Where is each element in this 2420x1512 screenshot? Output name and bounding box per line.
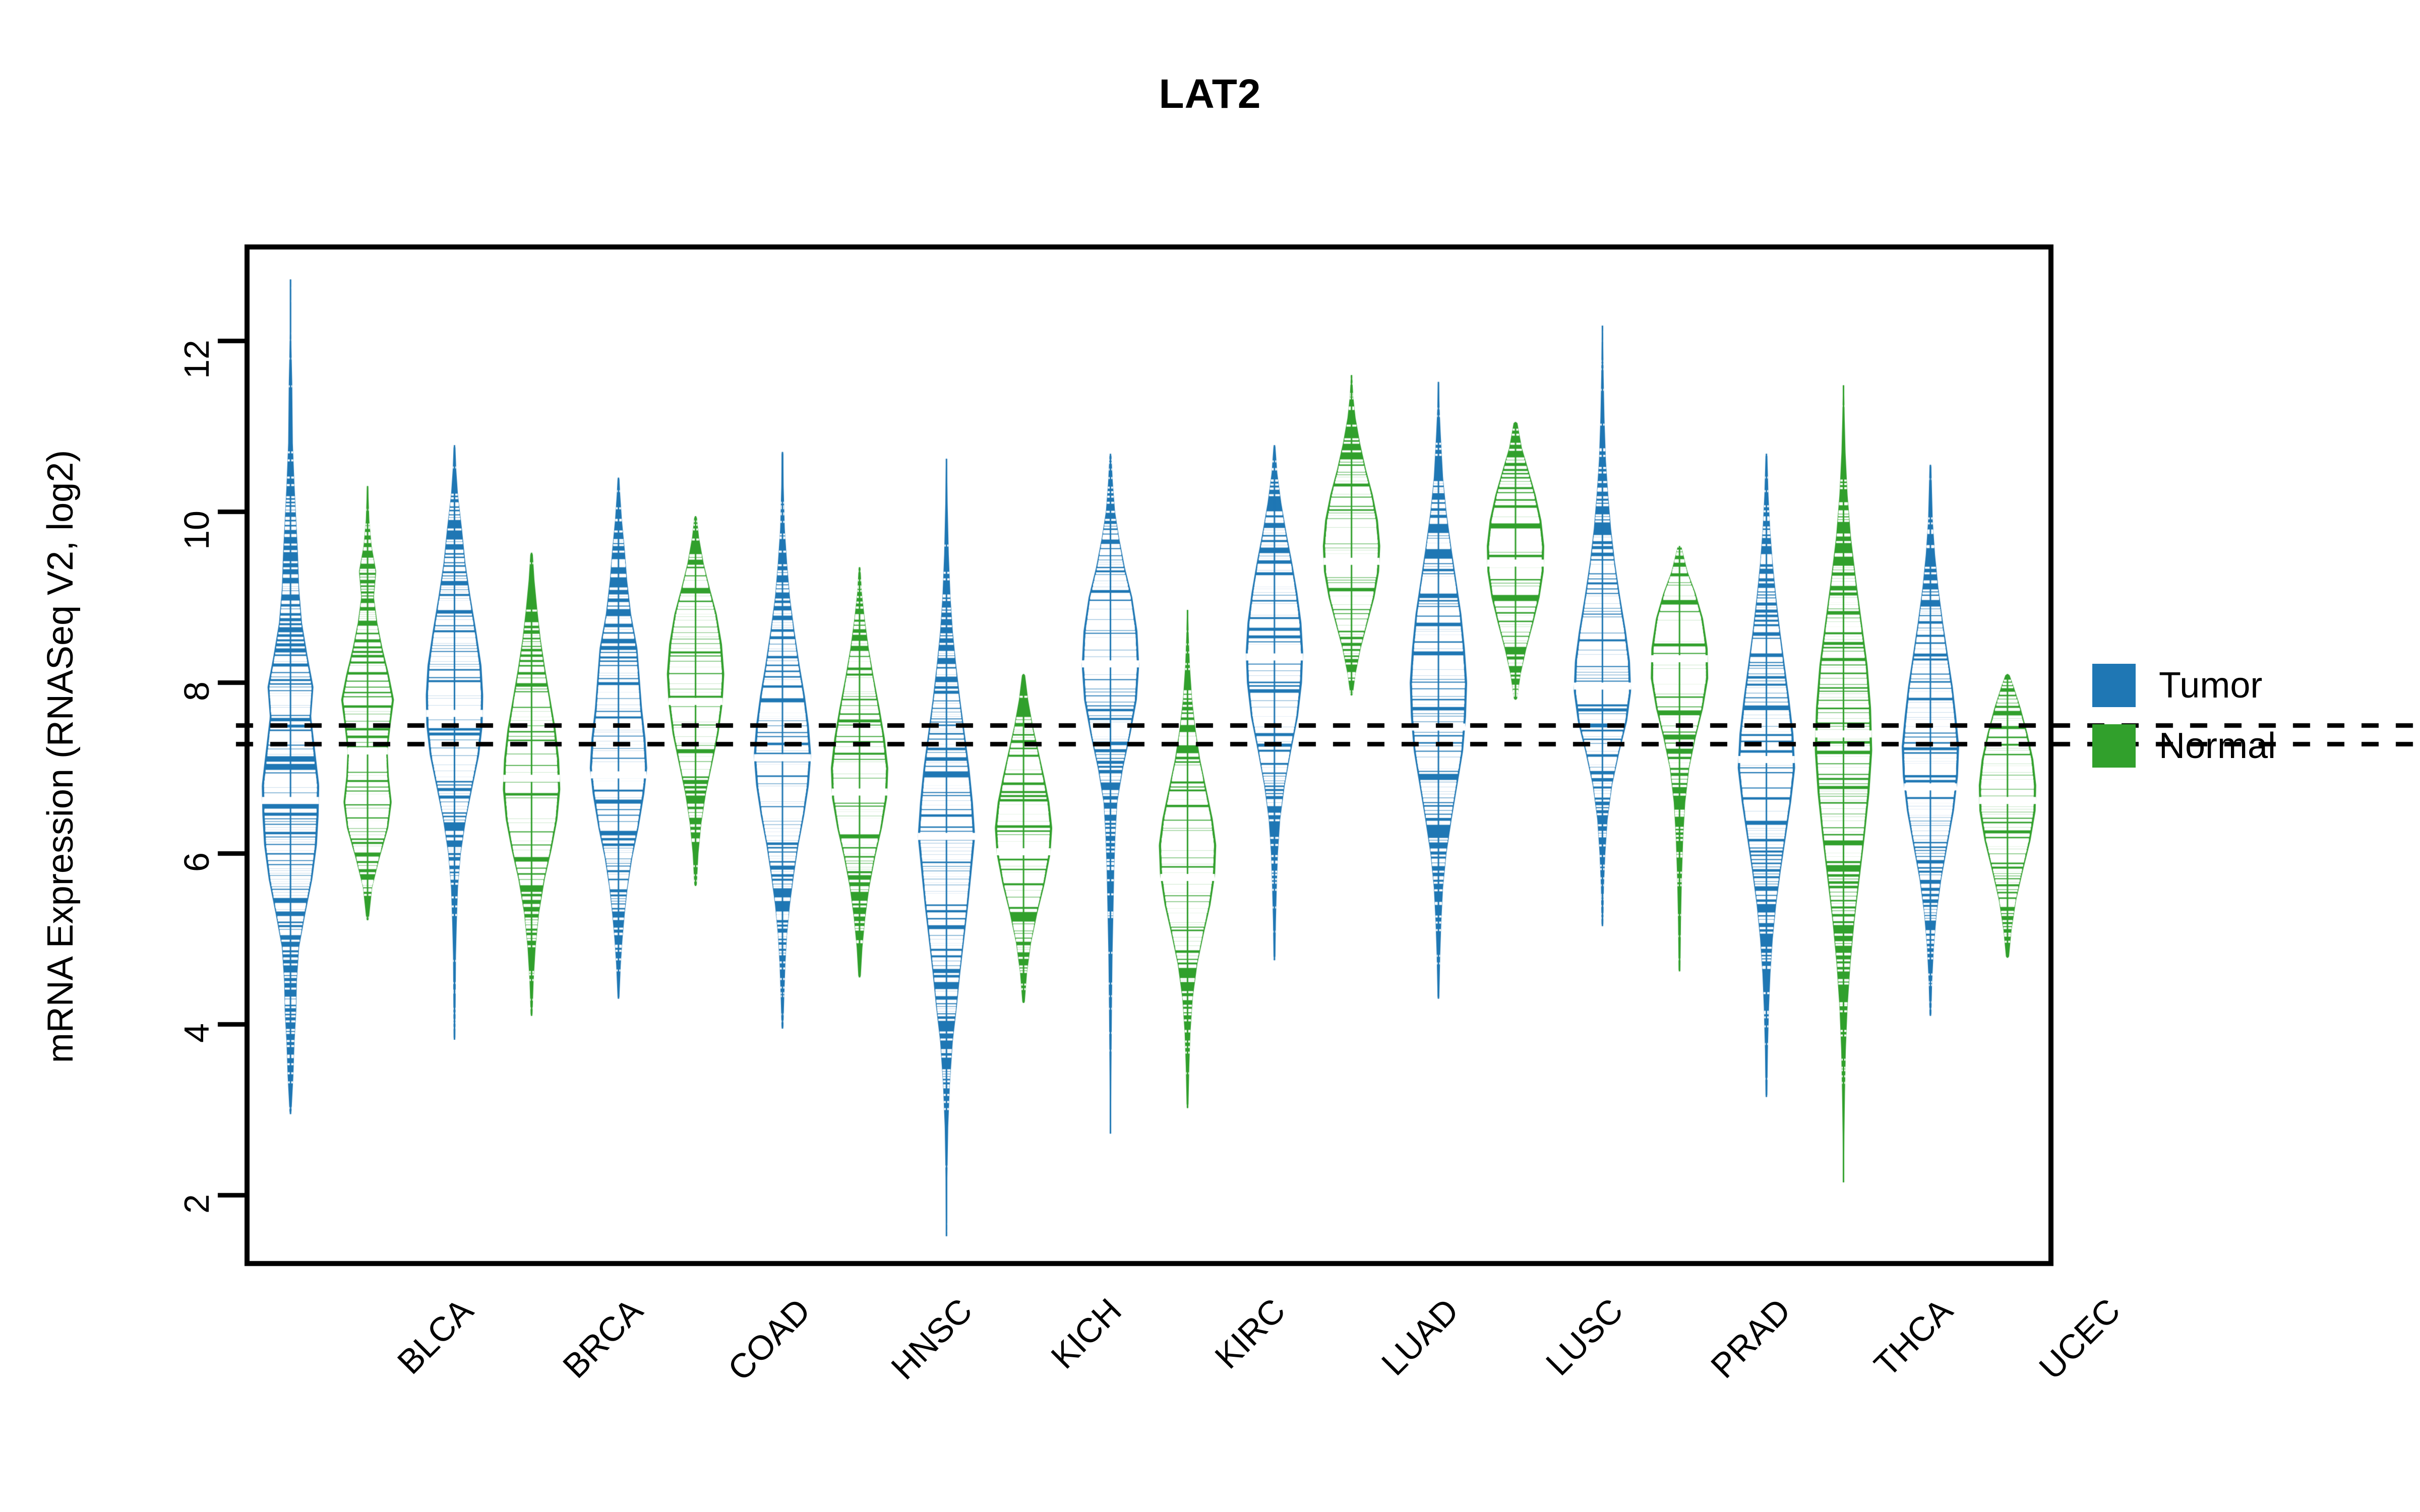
y-tick-label: 10: [177, 511, 216, 550]
y-tick-label: 12: [177, 340, 216, 380]
violin-plot-canvas: [0, 0, 2420, 1512]
legend-item-tumor[interactable]: Tumor: [2092, 655, 2276, 716]
page-title: LAT2: [1159, 71, 1261, 117]
y-axis-title: mRNA Expression (RNASeq V2, log2): [40, 450, 81, 1063]
legend-swatch-icon: [2092, 724, 2136, 768]
legend-item-normal[interactable]: Normal: [2092, 716, 2276, 776]
chart-page: LAT2 mRNA Expression (RNASeq V2, log2) 2…: [0, 0, 2420, 1512]
y-tick-label: 2: [177, 1194, 216, 1214]
legend: Tumor Normal: [2092, 655, 2276, 776]
legend-swatch-icon: [2092, 664, 2136, 707]
y-tick-label: 8: [177, 681, 216, 702]
y-tick-label: 4: [177, 1023, 216, 1043]
legend-label: Normal: [2159, 726, 2276, 766]
y-tick-label: 6: [177, 852, 216, 872]
legend-label: Tumor: [2159, 665, 2263, 706]
